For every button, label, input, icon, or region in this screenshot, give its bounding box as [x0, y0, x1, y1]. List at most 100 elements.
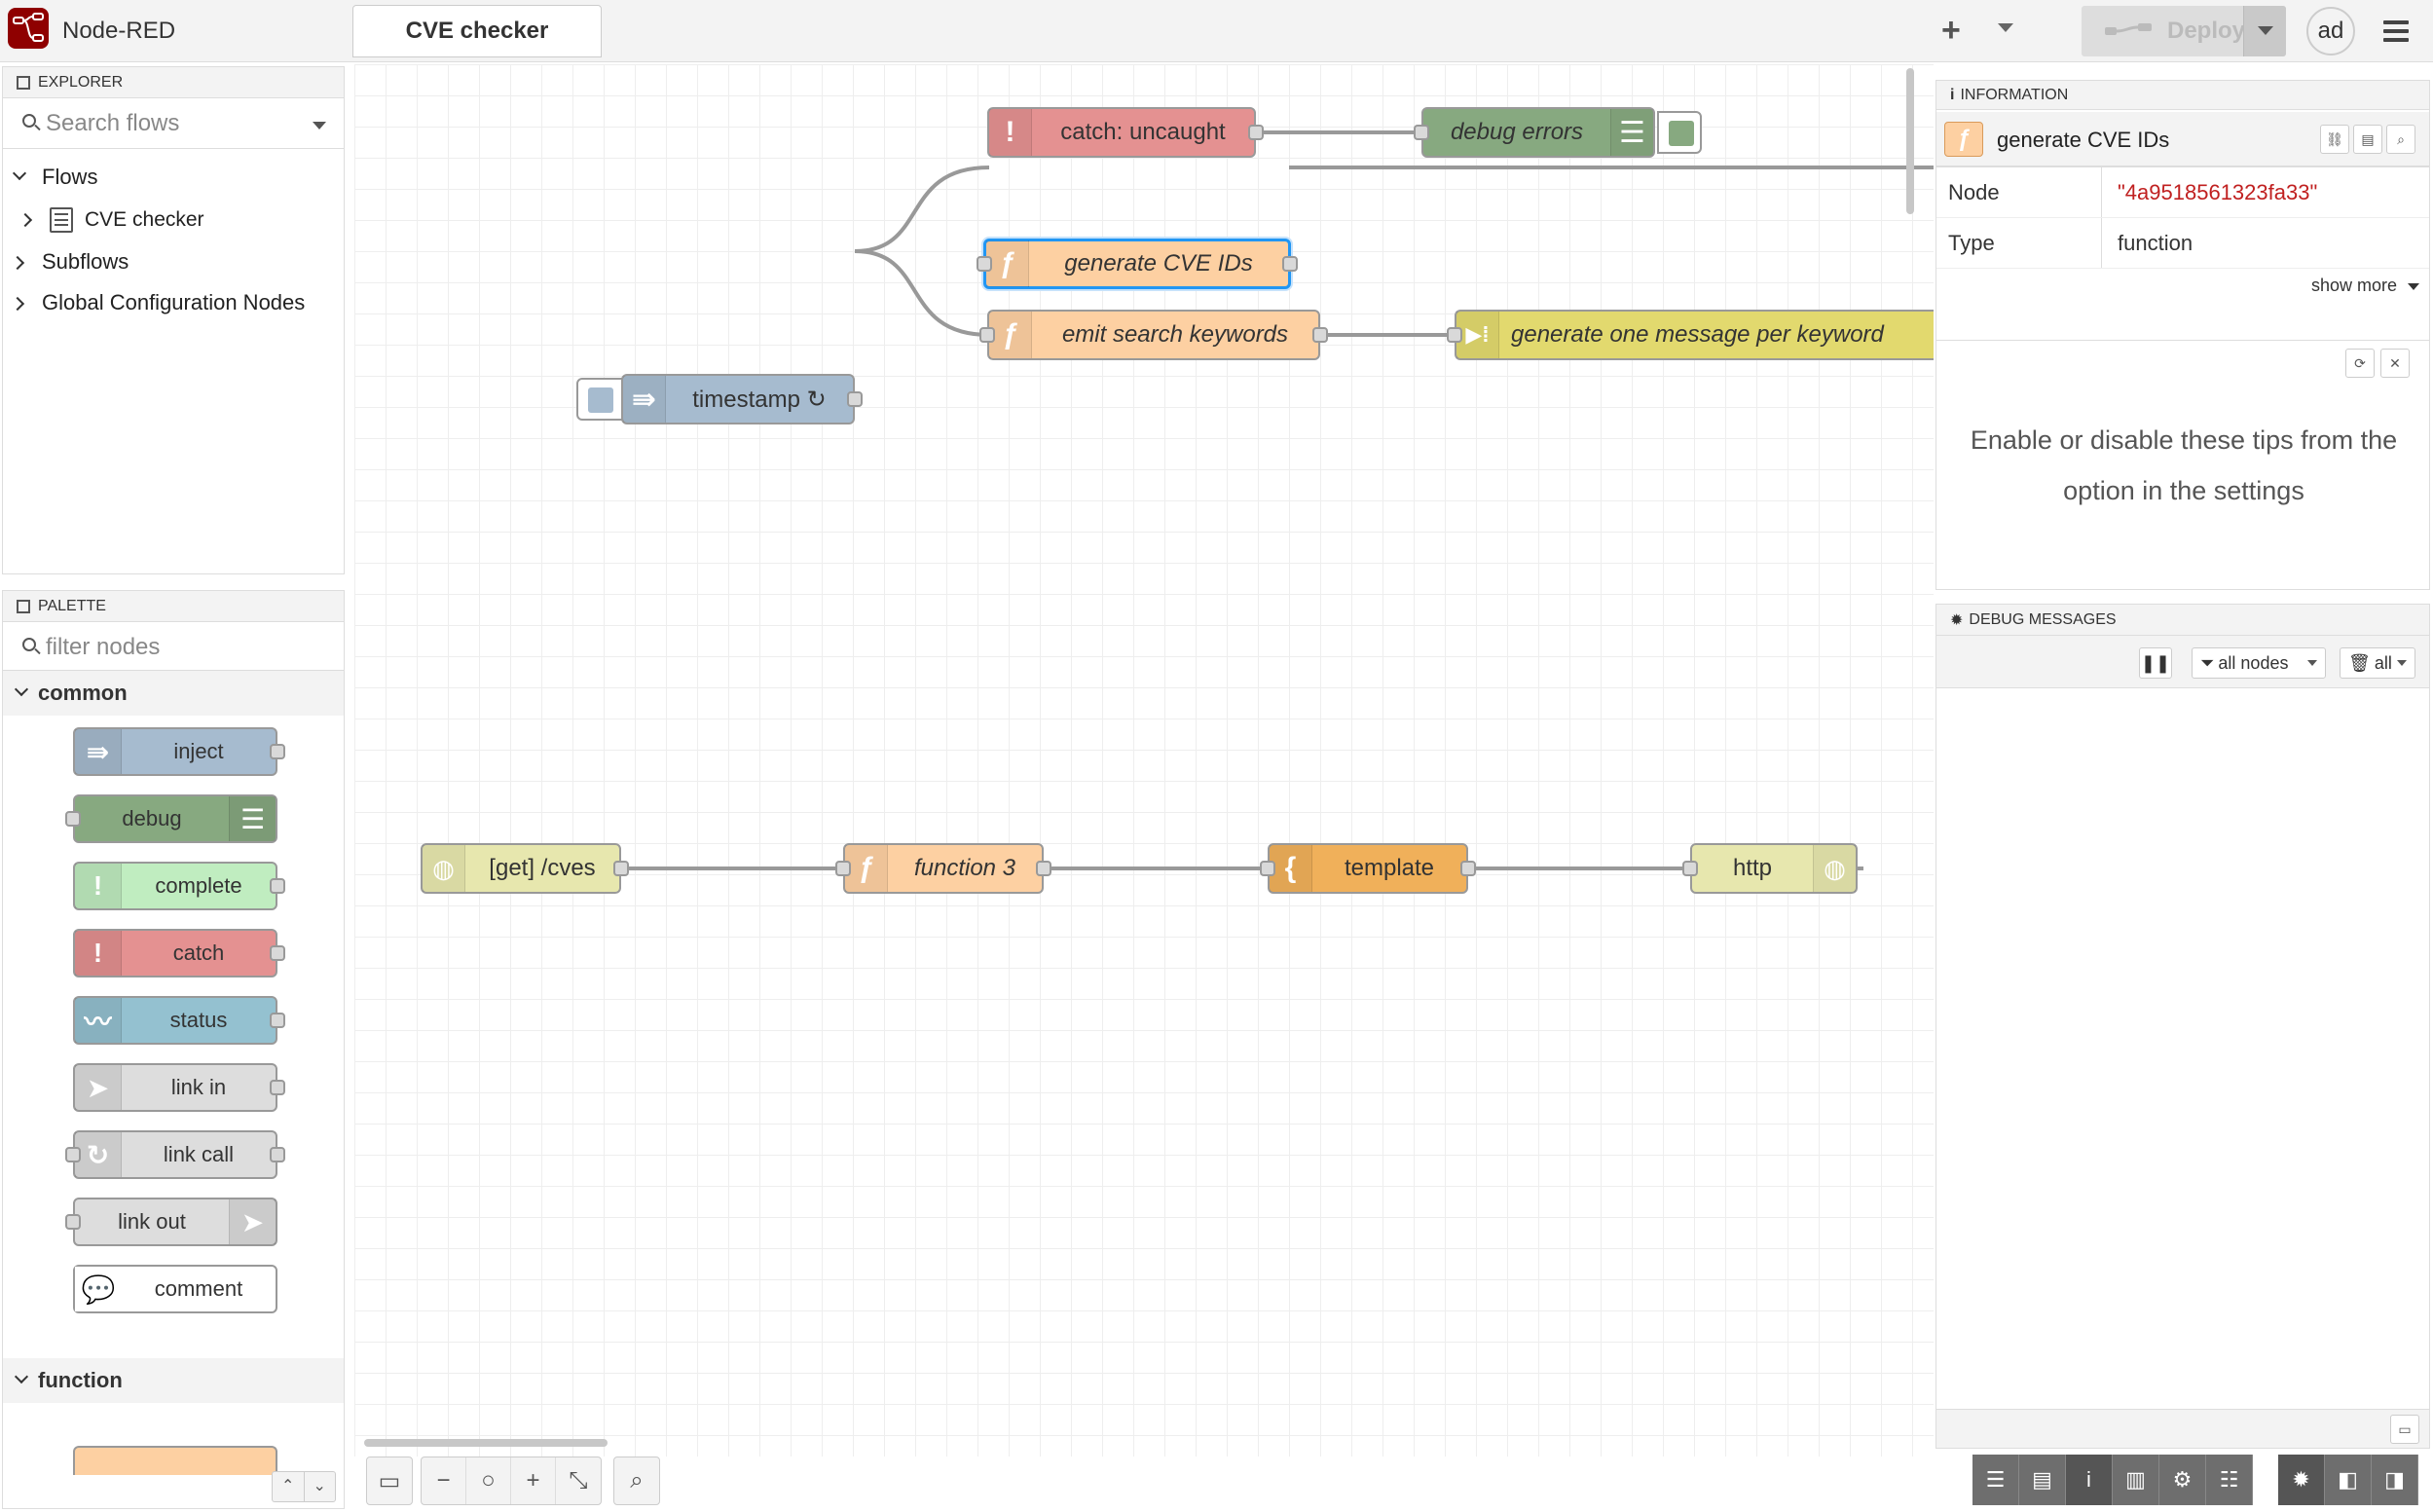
deploy-label: Deploy	[2167, 18, 2246, 44]
palette-node-link-out[interactable]: link out ➤	[65, 1198, 277, 1246]
palette-node-link-call[interactable]: ↻ link call	[65, 1130, 285, 1179]
info-node-header: ƒ generate CVE IDs ⛓ ▤ ⌕	[1936, 112, 2429, 166]
cve-checker-chevron-icon[interactable]	[18, 212, 33, 228]
filter-nodes-dropdown[interactable]: ⏷ all nodes	[2192, 647, 2326, 679]
info-value-node-id[interactable]: "4a9518561323fa33"	[2102, 180, 2317, 205]
search-icon	[22, 114, 36, 128]
tree-item-cve-checker[interactable]: CVE checker	[85, 208, 204, 232]
zoom-out-button[interactable]: −	[422, 1457, 466, 1504]
split-icon: ▶⁞	[1456, 312, 1499, 358]
debug-list-icon: ☰	[1610, 109, 1653, 156]
tree-item-flows[interactable]: Flows	[42, 165, 97, 190]
node-timestamp[interactable]: ⇛ timestamp ↻	[621, 374, 863, 424]
flow-canvas[interactable]: ! catch: uncaught debug errors ☰ ƒ gener…	[354, 64, 1934, 1457]
palette-node-debug[interactable]: debug ☰	[65, 794, 277, 843]
palette-node-label: complete	[155, 873, 242, 898]
zoom-fit-button[interactable]: ⤡	[556, 1457, 601, 1504]
palette-category-function[interactable]: function	[3, 1358, 344, 1403]
deploy-options-dropdown[interactable]	[2243, 6, 2286, 56]
node-debug-errors[interactable]: debug errors ☰	[1414, 107, 1655, 158]
pause-button[interactable]: ❚❚	[2139, 647, 2172, 679]
collapse-all-icon[interactable]: ⌃	[273, 1472, 305, 1501]
refresh-tip-icon[interactable]: ⟳	[2345, 349, 2375, 378]
tree-item-subflows[interactable]: Subflows	[42, 249, 129, 275]
palette-node-inject[interactable]: ⇛ inject	[73, 727, 285, 776]
show-more-link[interactable]: show more	[2311, 276, 2419, 296]
user-avatar[interactable]: ad	[2306, 7, 2355, 55]
tab-cve-checker[interactable]: CVE checker	[352, 5, 602, 57]
caret-down-icon	[2307, 660, 2317, 666]
deploy-button[interactable]: Deploy	[2082, 6, 2286, 56]
palette-node-function-partial[interactable]	[73, 1446, 277, 1475]
info-row-node: Node "4a9518561323fa33"	[1936, 167, 2429, 218]
search-flows-placeholder: Search flows	[46, 110, 180, 136]
node-generate-cve-ids[interactable]: ƒ generate CVE IDs	[977, 239, 1298, 289]
debug-panel: ✹ DEBUG MESSAGES ❚❚ ⏷ all nodes 🗑 all ▭	[1935, 604, 2430, 1449]
tab-list-dropdown-icon[interactable]	[1998, 23, 2013, 32]
navigator-toggle[interactable]: ▭	[366, 1457, 413, 1505]
open-debug-window-icon[interactable]: ▭	[2390, 1415, 2419, 1444]
palette-node-label: inject	[173, 739, 224, 763]
node-catch-uncaught[interactable]: ! catch: uncaught	[987, 107, 1264, 158]
tree-item-global-config[interactable]: Global Configuration Nodes	[42, 290, 305, 315]
zoom-in-button[interactable]: +	[511, 1457, 556, 1504]
toggle-sidebar-left-icon[interactable]: ◧	[2325, 1455, 2372, 1505]
filter-nodes-input[interactable]: filter nodes	[3, 622, 344, 671]
inject-trigger-button[interactable]	[576, 378, 623, 421]
sidebar-tab-flow-icon[interactable]: ▤	[2019, 1455, 2066, 1505]
expand-all-icon[interactable]: ⌄	[305, 1472, 336, 1501]
search-flows-input[interactable]: Search flows	[3, 98, 344, 149]
node-http-in-get-cves[interactable]: ◍ [get] /cves	[421, 843, 629, 894]
search-icon[interactable]: ⌕	[614, 1457, 659, 1504]
close-tip-icon[interactable]: ✕	[2380, 349, 2410, 378]
zoom-reset-button[interactable]: ○	[466, 1457, 511, 1504]
map-icon[interactable]: ▭	[367, 1457, 412, 1504]
sidebar-tab-info-icon[interactable]: i	[2066, 1455, 2113, 1505]
explorer-icon	[17, 75, 30, 90]
palette-node-link-in[interactable]: ➤ link in	[73, 1063, 285, 1112]
trash-icon: 🗑	[2348, 652, 2371, 673]
debug-messages-list	[1936, 688, 2429, 1409]
explorer-header: EXPLORER	[3, 67, 344, 98]
flows-chevron-icon[interactable]	[12, 166, 27, 181]
link-icon[interactable]: ⛓	[2320, 125, 2349, 154]
node-generate-one-message-per-keyword[interactable]: ▶⁞ generate one message per keyword	[1447, 310, 1934, 360]
canvas-horizontal-scrollbar[interactable]	[364, 1439, 608, 1447]
palette-node-catch[interactable]: ! catch	[73, 929, 285, 977]
sidebar-tab-help-icon[interactable]: ▥	[2113, 1455, 2159, 1505]
subflows-chevron-icon[interactable]	[10, 255, 25, 271]
add-flow-button[interactable]: +	[1941, 14, 1961, 47]
info-panel: i INFORMATION ƒ generate CVE IDs ⛓ ▤ ⌕ N…	[1935, 80, 2430, 590]
book-icon[interactable]: ▤	[2353, 125, 2382, 154]
main-menu-icon[interactable]	[2383, 20, 2409, 42]
sidebar-tab-debug-icon[interactable]: ✹	[2278, 1455, 2325, 1505]
palette-node-comment[interactable]: 💬 comment	[73, 1265, 277, 1313]
palette-scroll-controls[interactable]: ⌃ ⌄	[272, 1471, 336, 1502]
canvas-vertical-scrollbar[interactable]	[1906, 68, 1914, 214]
sidebar-tab-config-icon[interactable]: ⚙	[2159, 1455, 2206, 1505]
palette-header: PALETTE	[3, 591, 344, 622]
debug-toggle-button[interactable]	[1657, 111, 1702, 154]
clear-messages-dropdown[interactable]: 🗑 all	[2340, 647, 2415, 679]
node-function-3[interactable]: ƒ function 3	[835, 843, 1051, 894]
node-label: [get] /cves	[489, 855, 596, 881]
sidebar-tab-explorer-icon[interactable]: ☰	[1972, 1455, 2019, 1505]
node-template[interactable]: { template	[1260, 843, 1476, 894]
sidebar-tab-context-icon[interactable]: ☷	[2206, 1455, 2253, 1505]
link-in-icon: ➤	[75, 1065, 122, 1110]
globe-icon: ◍	[1813, 845, 1856, 892]
node-http-response[interactable]: http ◍	[1682, 843, 1858, 894]
palette-node-status[interactable]: 〰 status	[73, 996, 285, 1045]
global-config-chevron-icon[interactable]	[10, 296, 25, 312]
palette-category-common[interactable]: common	[3, 671, 344, 716]
explorer-panel: EXPLORER Search flows Flows CVE checker …	[2, 66, 345, 574]
node-emit-search-keywords[interactable]: ƒ emit search keywords	[979, 310, 1328, 360]
canvas-search[interactable]: ⌕	[613, 1457, 660, 1505]
node-label: generate CVE IDs	[1064, 250, 1253, 277]
search-icon[interactable]: ⌕	[2386, 125, 2415, 154]
comment-bubble-icon: 💬	[75, 1267, 122, 1311]
search-options-dropdown-icon[interactable]	[313, 122, 326, 129]
palette-node-complete[interactable]: ! complete	[73, 862, 285, 910]
info-node-name: generate CVE IDs	[1997, 128, 2170, 152]
toggle-sidebar-right-icon[interactable]: ◨	[2372, 1455, 2418, 1505]
